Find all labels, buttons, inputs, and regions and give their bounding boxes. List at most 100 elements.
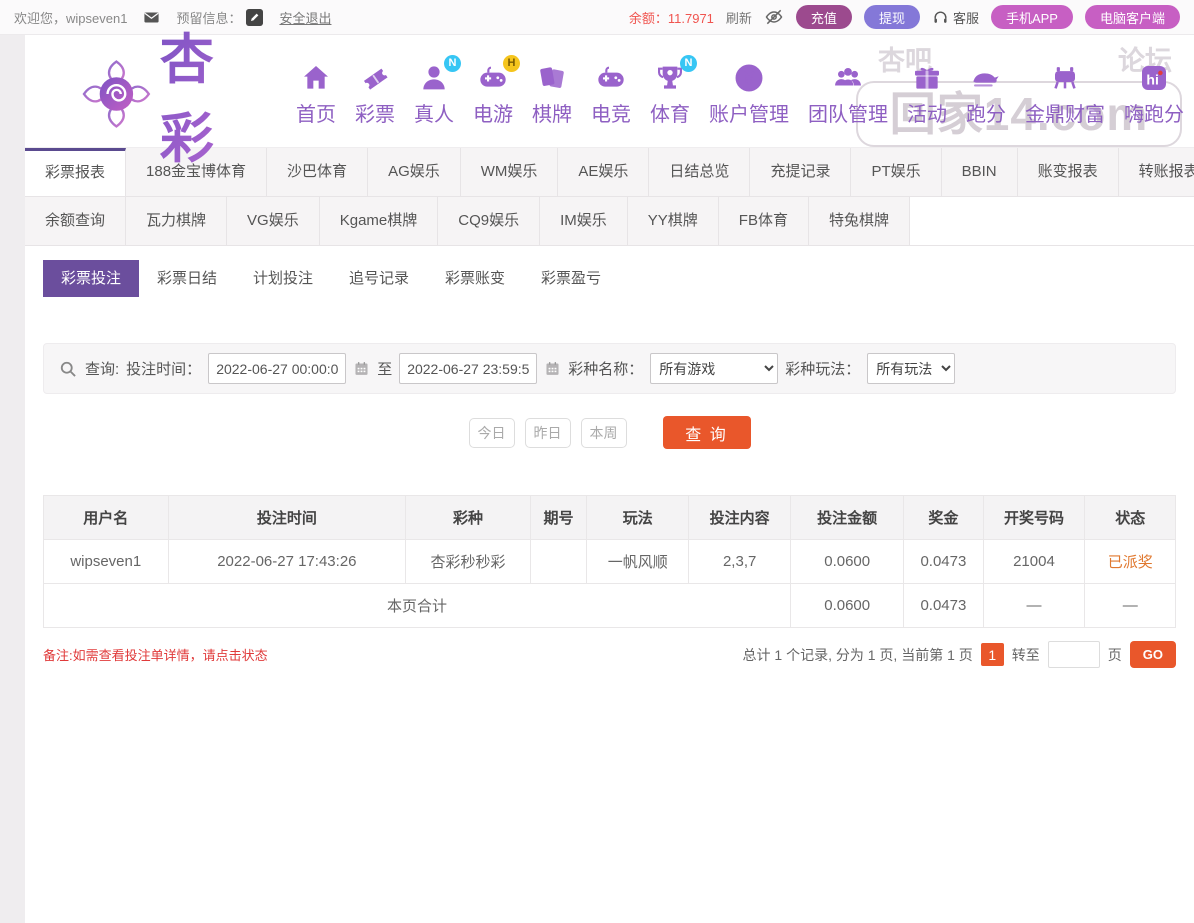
date-to-input[interactable] — [399, 353, 537, 384]
tab-item[interactable]: 余额查询 — [25, 197, 126, 245]
withdraw-button[interactable]: 提现 — [864, 5, 920, 29]
tab-item[interactable]: WM娱乐 — [461, 148, 559, 196]
calendar-icon[interactable] — [353, 360, 370, 377]
summary-dash: — — [1085, 584, 1176, 628]
subtab-item[interactable]: 彩票日结 — [139, 260, 235, 297]
nav-item-egames[interactable]: H 电游 — [473, 62, 513, 127]
tab-item[interactable]: IM娱乐 — [540, 197, 628, 245]
cell-content: 2,3,7 — [689, 540, 791, 584]
summary-dash: — — [983, 584, 1085, 628]
goto-label: 转至 — [1012, 645, 1040, 665]
pc-client-button[interactable]: 电脑客户端 — [1085, 5, 1180, 29]
person-icon: N — [418, 62, 450, 94]
date-from-input[interactable] — [208, 353, 346, 384]
lottery-name-select[interactable]: 所有游戏 — [650, 353, 778, 384]
gift-icon — [911, 62, 943, 94]
bet-time-label: 投注时间： — [126, 358, 201, 379]
nav-item-home[interactable]: 首页 — [296, 62, 336, 127]
rhino-icon — [970, 62, 1002, 94]
people-icon — [832, 62, 864, 94]
nav-item-jinding[interactable]: 金鼎财富 — [1025, 62, 1105, 127]
nav-item-paofen[interactable]: 跑分 — [966, 62, 1006, 127]
refresh-link[interactable]: 刷新 — [726, 8, 752, 27]
tab-item[interactable]: 转账报表 — [1119, 148, 1194, 196]
summary-prize: 0.0473 — [904, 584, 983, 628]
today-button[interactable]: 今日 — [469, 418, 515, 448]
goto-page-input[interactable] — [1048, 641, 1100, 668]
mobile-app-button[interactable]: 手机APP — [991, 5, 1073, 29]
current-page-button[interactable]: 1 — [981, 643, 1004, 666]
table-row: wipseven1 2022-06-27 17:43:26 杏彩秒秒彩 一帆风顺… — [44, 540, 1176, 584]
col-bet-time: 投注时间 — [168, 496, 406, 540]
yesterday-button[interactable]: 昨日 — [525, 418, 571, 448]
col-issue: 期号 — [530, 496, 587, 540]
tab-item[interactable]: 账变报表 — [1018, 148, 1119, 196]
query-label: 查询: — [85, 358, 119, 379]
tab-item[interactable]: Kgame棋牌 — [320, 197, 439, 245]
home-icon — [300, 62, 332, 94]
bet-report-table: 用户名 投注时间 彩种 期号 玩法 投注内容 投注金额 奖金 开奖号码 状态 w… — [43, 495, 1176, 628]
logout-link[interactable]: 安全退出 — [279, 8, 331, 27]
tab-item[interactable]: 沙巴体育 — [267, 148, 368, 196]
content-card: 杏吧 论坛 回家14.com 杏彩 — [25, 35, 1194, 923]
status-link[interactable]: 已派奖 — [1108, 554, 1153, 571]
go-button[interactable]: GO — [1130, 641, 1176, 668]
tab-item[interactable]: 特兔棋牌 — [809, 197, 910, 245]
subtab-item[interactable]: 彩票账变 — [427, 260, 523, 297]
customer-service-link[interactable]: 客服 — [932, 8, 979, 27]
balance-text: 余额：11.7971 — [629, 8, 714, 27]
this-week-button[interactable]: 本周 — [581, 418, 627, 448]
tab-item[interactable]: 瓦力棋牌 — [126, 197, 227, 245]
col-content: 投注内容 — [689, 496, 791, 540]
search-button[interactable]: 查 询 — [663, 416, 751, 449]
recharge-button[interactable]: 充值 — [796, 5, 852, 29]
nav-item-esports[interactable]: 电竞 — [591, 62, 631, 127]
nav-item-boardgames[interactable]: 棋牌 — [532, 62, 572, 127]
service-label: 客服 — [953, 8, 979, 27]
tab-item[interactable]: AG娱乐 — [368, 148, 461, 196]
tab-item[interactable]: FB体育 — [719, 197, 809, 245]
search-panel: 查询: 投注时间： 至 彩种名称： 所有游戏 彩种玩法： 所有玩法 — [43, 343, 1176, 394]
eye-off-icon[interactable] — [764, 7, 784, 27]
tab-item[interactable]: 充提记录 — [750, 148, 851, 196]
cell-username: wipseven1 — [44, 540, 169, 584]
subtab-item[interactable]: 追号记录 — [331, 260, 427, 297]
tab-item[interactable]: VG娱乐 — [227, 197, 320, 245]
nav-item-lottery[interactable]: 彩票 — [355, 62, 395, 127]
tab-item[interactable]: 日结总览 — [649, 148, 750, 196]
cell-prize: 0.0473 — [904, 540, 983, 584]
col-username: 用户名 — [44, 496, 169, 540]
summary-label: 本页合计 — [44, 584, 791, 628]
tab-item[interactable]: YY棋牌 — [628, 197, 719, 245]
tab-item[interactable]: CQ9娱乐 — [438, 197, 540, 245]
cell-amount: 0.0600 — [791, 540, 904, 584]
pagination-summary: 总计 1 个记录, 分为 1 页, 当前第 1 页 — [743, 645, 973, 665]
cell-issue — [530, 540, 587, 584]
nav-item-team[interactable]: 团队管理 — [808, 62, 888, 127]
site-header: 杏吧 论坛 回家14.com 杏彩 — [25, 35, 1194, 147]
calendar-icon[interactable] — [544, 360, 561, 377]
nav-item-live[interactable]: N 真人 — [414, 62, 454, 127]
trophy-icon: N — [654, 62, 686, 94]
col-play: 玩法 — [587, 496, 689, 540]
tab-item[interactable]: PT娱乐 — [851, 148, 941, 196]
play-type-select[interactable]: 所有玩法 — [867, 353, 955, 384]
subtab-item[interactable]: 彩票盈亏 — [523, 260, 619, 297]
nav-item-hipaofen[interactable]: hi 嗨跑分 — [1124, 62, 1184, 127]
headphones-icon — [932, 9, 949, 26]
tab-item[interactable]: BBIN — [942, 148, 1018, 196]
tripod-icon — [1049, 62, 1081, 94]
subtab-item[interactable]: 计划投注 — [235, 260, 331, 297]
col-numbers: 开奖号码 — [983, 496, 1085, 540]
ticket-icon — [359, 62, 391, 94]
nav-item-promotions[interactable]: 活动 — [907, 62, 947, 127]
gamepad-icon — [595, 62, 627, 94]
tab-item[interactable]: AE娱乐 — [558, 148, 649, 196]
nav-item-sports[interactable]: N 体育 — [650, 62, 690, 127]
subtab-item[interactable]: 彩票投注 — [43, 260, 139, 297]
nav-label: 账户管理 — [709, 98, 789, 127]
brand-logo[interactable]: 杏彩 — [81, 15, 266, 173]
nav-item-account[interactable]: 账户管理 — [709, 62, 789, 127]
summary-amount: 0.0600 — [791, 584, 904, 628]
report-tabs-row-2: 余额查询 瓦力棋牌 VG娱乐 Kgame棋牌 CQ9娱乐 IM娱乐 YY棋牌 F… — [25, 197, 1194, 246]
